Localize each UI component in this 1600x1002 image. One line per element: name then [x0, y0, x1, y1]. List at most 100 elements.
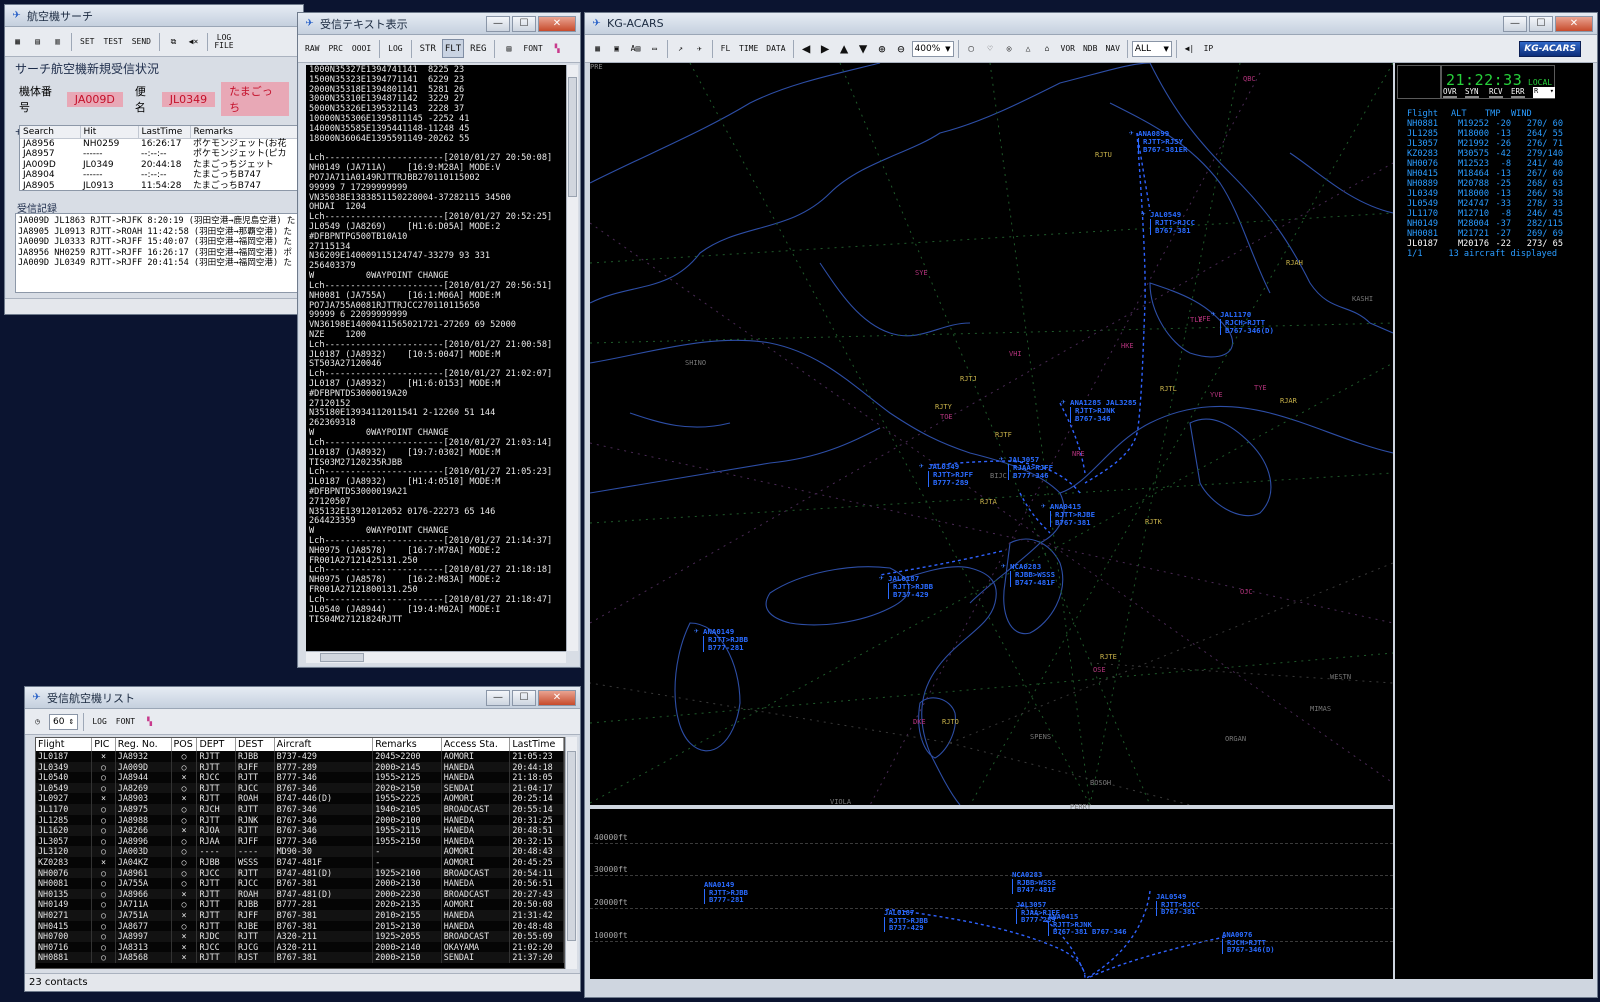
table-row[interactable]: NH0076 ○ JA8961 ○ RJCC RJTT B747-481(D) 1925>21…: [36, 867, 564, 879]
nav-button[interactable]: NAV: [1102, 39, 1122, 58]
window-icon[interactable]: ⧉: [165, 32, 182, 51]
map-waypoint-label[interactable]: SYE: [915, 269, 928, 277]
aircraft-tag[interactable]: ✈ JAL1170 RJCH>RJTT B767-346(D): [1211, 310, 1274, 335]
profile-aircraft-tag[interactable]: ANA0149 RJTT>RJBB B777-281: [704, 881, 748, 904]
aircraft-tag[interactable]: ✈ ANA0415 RJTT>RJBE B767-381: [1041, 502, 1095, 527]
log-file-button[interactable]: LOG FILE: [213, 32, 235, 51]
map-waypoint-label[interactable]: SHINO: [685, 359, 706, 367]
aircraft-tag[interactable]: ✈ JAL0549 RJTT>RJCC B767-381: [1141, 210, 1195, 235]
scroll-thumb[interactable]: [320, 653, 364, 662]
fp-row[interactable]: NH0149 M28004 -37 282/115: [1395, 219, 1565, 229]
fp-row[interactable]: NH0081 M21721 -27 269/ 69: [1395, 229, 1565, 239]
close-button[interactable]: ✕: [538, 15, 576, 32]
profile-aircraft-tag[interactable]: JAL0187 RJTT>RJBB B737-429: [884, 909, 928, 932]
received-text-area[interactable]: 1000N35327E1394741141 8225 23 1500N35323E…: [306, 65, 566, 651]
minimize-button[interactable]: —: [486, 689, 510, 706]
table-row[interactable]: JL1170 ○ JA8975 ○ RJCH RJTT B767-346 1940>2105 B…: [36, 803, 564, 815]
table-row[interactable]: NH0271 ○ JA751A × RJTT RJFF B767-381 2010>2155 H…: [36, 909, 564, 921]
maximize-button[interactable]: ☐: [512, 15, 536, 32]
table-row[interactable]: JA009D JL0349 20:44:18 たまごっちジェット: [20, 160, 303, 171]
scroll-thumb[interactable]: [568, 77, 577, 197]
fp-row[interactable]: NH0415 M18464 -13 267/ 60: [1395, 169, 1565, 179]
map-view[interactable]: RJTU RJTJ RJTY RJTF RJTA RJTL RJTK RJAH RJAR RJTO…: [590, 63, 1393, 811]
window-icon[interactable]: ▭: [646, 39, 663, 58]
table-row[interactable]: JL0540 ○ JA8944 × RJCC RJTT B777-346 1955>2125 H…: [36, 772, 564, 783]
sound-icon[interactable]: ◀|: [1181, 39, 1198, 58]
search-window-titlebar[interactable]: ✈ 航空機サーチ: [5, 5, 303, 27]
arrow-left-icon[interactable]: ◀: [798, 39, 815, 58]
search-registration-table[interactable]: Search Hit LastTime Remarks JA8956 NH0259…: [19, 125, 303, 191]
mute-icon[interactable]: ◀×: [185, 32, 202, 51]
table-row[interactable]: KZ0283 × JA04KZ ○ RJBB WSSS B747-481F - AOMORI 20…: [36, 856, 564, 868]
aircraft-tag[interactable]: ✈ JAL0187 RJTT>RJBB B737-429: [879, 574, 933, 599]
profile-aircraft-tag[interactable]: ANA0415 RJTT>RJNK B767-381 B767-346: [1048, 913, 1127, 936]
table-row[interactable]: JL3057 ○ JA8996 ○ RJAA RJFF B777-346 1955>2150 H…: [36, 835, 564, 847]
heart-icon[interactable]: ♡: [982, 39, 999, 58]
fp-row[interactable]: NH0889 M20788 -25 268/ 63: [1395, 179, 1565, 189]
map-waypoint-label[interactable]: VIOLA: [830, 798, 851, 806]
aircraft-tag[interactable]: ✈ ANA1285 JAL3285 RJTT>RJNK B767-346: [1061, 398, 1137, 423]
scroll-thumb[interactable]: [567, 751, 576, 941]
map-waypoint-label[interactable]: RJTF: [995, 431, 1012, 439]
map-waypoint-label[interactable]: VFE: [1198, 315, 1211, 323]
map-waypoint-label[interactable]: SPENS: [1030, 733, 1051, 741]
column-header[interactable]: Reg. No.: [115, 738, 172, 751]
color-palette-icon[interactable]: ▚: [549, 39, 566, 58]
table-row[interactable]: NH0135 ○ JA8966 × RJTT ROAH B747-481(D) 2000>22…: [36, 888, 564, 900]
color-palette-icon[interactable]: ▚: [141, 712, 158, 731]
map-waypoint-label[interactable]: RJTJ: [960, 375, 977, 383]
table-row[interactable]: JA8905 JL0913 11:54:28 たまごっちB747: [20, 181, 303, 190]
map-waypoint-label[interactable]: HKE: [1121, 342, 1134, 350]
table-row[interactable]: NH0881 ○ JA8568 × RJTT RJST B767-381 2000>2150 S…: [36, 952, 564, 963]
aircraft-tag[interactable]: ✈ JAL3057 RJAA>RJFF B777-346: [999, 455, 1053, 480]
map-waypoint-label[interactable]: DKE: [913, 718, 926, 726]
map-waypoint-label[interactable]: RJTA: [980, 498, 997, 506]
target-icon[interactable]: ◎: [1001, 39, 1018, 58]
table-row[interactable]: JL0549 ○ JA8269 ○ RJTT RJCC B767-346 2020>2150 S…: [36, 782, 564, 794]
table-row[interactable]: JL0349 ○ JA009D ○ RJTT RJFF B777-289 2000>2145 H…: [36, 761, 564, 773]
list-icon[interactable]: ▤: [500, 39, 517, 58]
map-waypoint-label[interactable]: BIJC: [990, 472, 1007, 480]
map-waypoint-label[interactable]: TYE: [1254, 384, 1267, 392]
profile-aircraft-tag[interactable]: JAL0549 RJTT>RJCC B767-381: [1156, 893, 1200, 916]
map-waypoint-label[interactable]: RJTY: [935, 403, 952, 411]
map-waypoint-label[interactable]: BOSOH: [1090, 779, 1111, 787]
map-waypoint-label[interactable]: QBC: [1243, 75, 1256, 83]
zoom-select[interactable]: 400% ▼: [911, 40, 954, 57]
table-row[interactable]: NH0700 ○ JA8997 × RJDC RJTT A320-211 1925>2055 B…: [36, 931, 564, 942]
map-waypoint-label[interactable]: OJC: [1240, 588, 1253, 596]
aircraft-tag[interactable]: ✈ JAL0349 RJTT>RJFF B777-289: [919, 462, 973, 487]
save-icon[interactable]: ▣: [608, 39, 625, 58]
fp-row[interactable]: JL3057 M21992 -26 276/ 71: [1395, 139, 1565, 149]
raw-button[interactable]: RAW: [302, 39, 322, 58]
column-header[interactable]: Aircraft: [274, 738, 374, 751]
map-waypoint-label[interactable]: RJTO: [942, 718, 959, 726]
table-row[interactable]: JL3120 ○ JA003D ○ ---- ---- MD90-30- AOMORI 20:4…: [36, 846, 564, 857]
map-waypoint-label[interactable]: WESTN: [1330, 673, 1351, 681]
profile-aircraft-tag[interactable]: NCA0283 RJBB>WSSS B747-481F: [1012, 871, 1056, 894]
map-waypoint-label[interactable]: RJTK: [1145, 518, 1162, 526]
airport-icon[interactable]: ✈: [691, 39, 708, 58]
arrow-up-icon[interactable]: ▲: [836, 39, 853, 58]
fp-row[interactable]: JL0187 M20176 -22 273/ 65: [1395, 239, 1565, 249]
vertical-scrollbar[interactable]: [566, 65, 578, 651]
close-button[interactable]: ✕: [1555, 15, 1593, 32]
aircraft-tag[interactable]: ✈ ANA0149 RJTT>RJBB B777-281: [694, 627, 748, 652]
acars-titlebar[interactable]: ✈ KG-ACARS — ☐ ✕: [585, 13, 1597, 35]
send-button[interactable]: SEND: [129, 32, 154, 51]
horizontal-scrollbar[interactable]: [306, 651, 566, 663]
arrow-right-icon[interactable]: ▶: [817, 39, 834, 58]
list-scrollbar[interactable]: [565, 737, 577, 969]
grid-icon[interactable]: ▦: [9, 32, 26, 51]
vor-button[interactable]: VOR: [1058, 39, 1078, 58]
fp-row[interactable]: NH0881 M19252 -20 270/ 60: [1395, 119, 1565, 129]
map-waypoint-label[interactable]: PRE: [590, 63, 603, 71]
column-header[interactable]: LastTime: [509, 738, 564, 751]
table-row[interactable]: JL0187 × JA8932 ○ RJTT RJBB B737-429 2045>2200 A…: [36, 751, 564, 762]
column-header[interactable]: Search: [20, 126, 81, 139]
table-row[interactable]: JL1620 ○ JA8266 × RJOA RJTT B767-346 1955>2115 H…: [36, 825, 564, 836]
table-row[interactable]: NH0415 ○ JA8677 ○ RJTT RJBE B767-381 2015>2130 H…: [36, 920, 564, 932]
triangle-icon[interactable]: △: [1020, 39, 1037, 58]
grid-icon[interactable]: ▥: [49, 32, 66, 51]
column-header[interactable]: DEPT: [196, 738, 237, 751]
